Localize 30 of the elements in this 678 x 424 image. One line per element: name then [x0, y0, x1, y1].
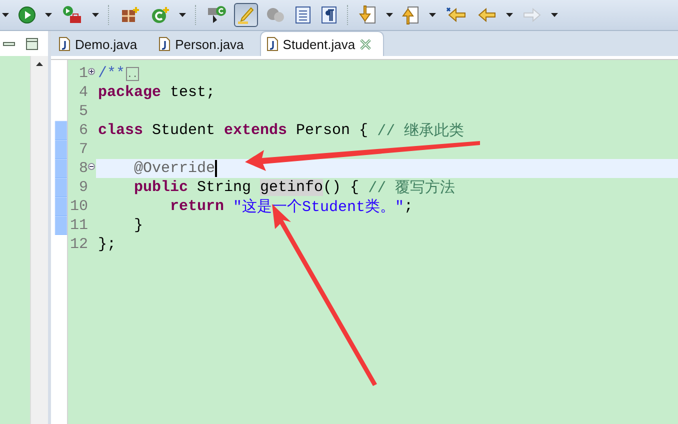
- collapse-icon[interactable]: [88, 163, 95, 170]
- line-number: 12: [68, 236, 88, 253]
- line-number: 4: [78, 84, 88, 101]
- line-number: 11: [68, 217, 88, 234]
- line-number: 8: [78, 160, 88, 177]
- line-number: 5: [78, 103, 88, 120]
- code-line: /**..: [97, 64, 140, 83]
- java-file-icon: [266, 37, 278, 51]
- code-line: }: [133, 216, 144, 235]
- maximize-icon[interactable]: [26, 38, 38, 50]
- minimize-icon[interactable]: [3, 40, 15, 48]
- scroll-up-icon[interactable]: [36, 62, 43, 66]
- line-number: 1: [78, 65, 88, 82]
- java-file-icon: [159, 37, 170, 51]
- code-line: return "这是一个Student类。";: [169, 197, 414, 216]
- line-number: 9: [78, 179, 88, 196]
- line-number: 6: [78, 122, 88, 139]
- file-tab[interactable]: Demo.java: [53, 32, 150, 56]
- code-line: public String getinfo() { // 覆写方法: [133, 178, 456, 197]
- code-line: class Student extends Person { // 继承此类: [97, 121, 466, 140]
- expand-icon[interactable]: [88, 68, 95, 75]
- java-file-icon: [59, 37, 70, 51]
- pen-icon[interactable]: [234, 3, 258, 27]
- file-tab[interactable]: Person.java: [153, 32, 256, 56]
- line-number: 10: [68, 198, 88, 215]
- code-line: };: [97, 235, 118, 254]
- file-tab[interactable]: Student.java: [260, 31, 384, 56]
- line-number: 7: [78, 141, 88, 158]
- close-icon[interactable]: [360, 38, 372, 50]
- code-line: package test;: [97, 83, 216, 102]
